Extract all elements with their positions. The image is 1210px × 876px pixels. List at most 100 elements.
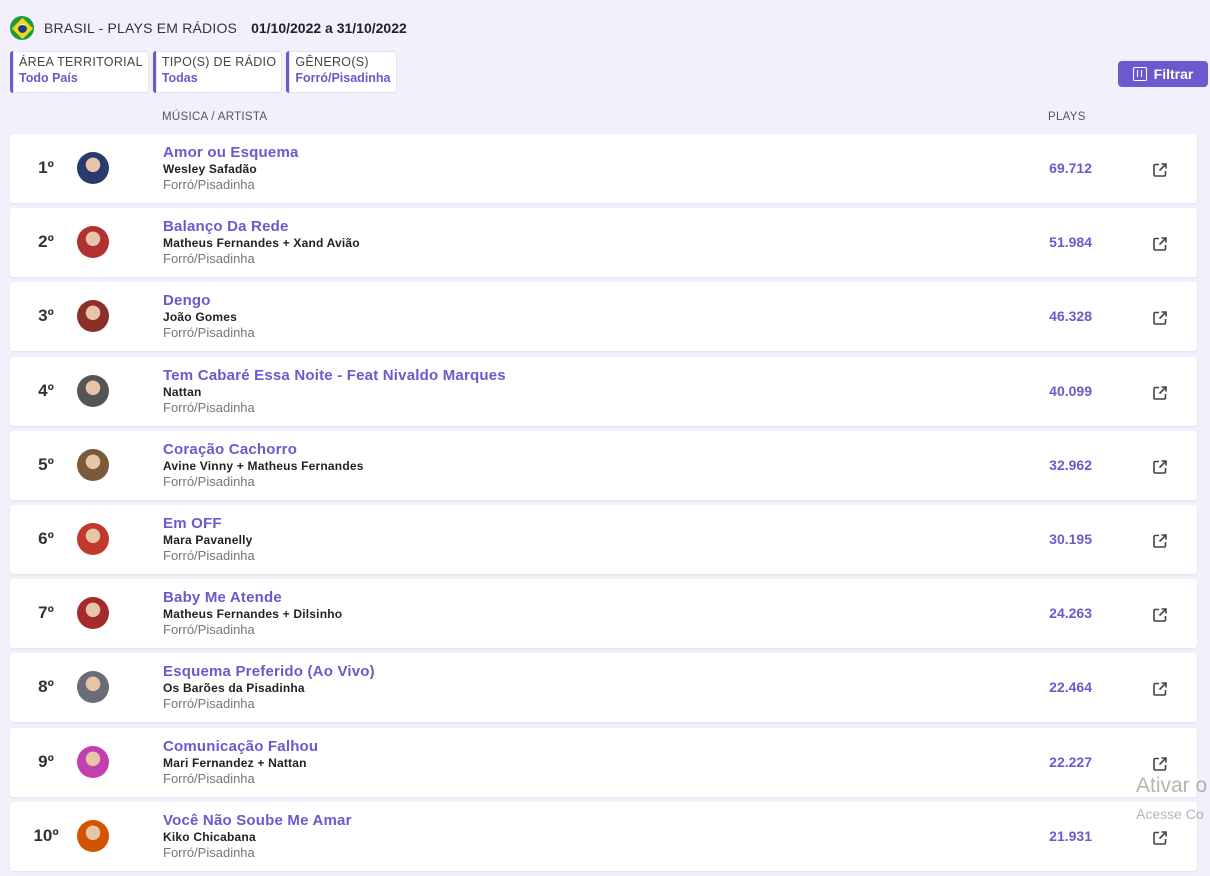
genre: Forró/Pisadinha	[163, 622, 255, 638]
rank: 10º	[33, 825, 59, 845]
artist-avatar	[77, 374, 109, 407]
song-info: Comunicação Falhou Mari Fernandez + Natt…	[163, 738, 318, 786]
song-title[interactable]: Amor ou Esquema	[163, 144, 299, 161]
external-link-icon[interactable]	[1152, 533, 1168, 549]
song-title[interactable]: Esquema Preferido (Ao Vivo)	[163, 663, 375, 680]
rank: 3º	[38, 306, 54, 326]
rank: 7º	[38, 603, 54, 623]
chip-label: TIPO(S) DE RÁDIO	[161, 55, 277, 69]
song-title[interactable]: Em OFF	[163, 515, 255, 532]
artist-name: Os Barões da Pisadinha	[163, 681, 305, 696]
artist-name: Nattan	[163, 384, 202, 399]
artist-name: Kiko Chicabana	[163, 829, 256, 844]
external-link-icon[interactable]	[1152, 385, 1168, 401]
table-row[interactable]: 1º Amor ou Esquema Wesley Safadão Forró/…	[10, 134, 1197, 203]
plays-count: 30.195	[1049, 530, 1092, 547]
plays-count: 22.464	[1049, 679, 1092, 696]
artist-avatar	[77, 300, 109, 333]
artist-name: Mari Fernandez + Nattan	[163, 755, 307, 770]
genre: Forró/Pisadinha	[163, 473, 255, 489]
song-title[interactable]: Tem Cabaré Essa Noite - Feat Nivaldo Mar…	[163, 367, 506, 384]
external-link-icon[interactable]	[1152, 756, 1168, 772]
page-header: BRASIL - PLAYS EM RÁDIOS 01/10/2022 a 31…	[10, 16, 407, 40]
song-title[interactable]: Você Não Soube Me Amar	[163, 812, 352, 829]
table-row[interactable]: 8º Esquema Preferido (Ao Vivo) Os Barões…	[10, 653, 1197, 723]
artist-name: Mara Pavanelly	[163, 532, 253, 547]
external-link-icon[interactable]	[1152, 681, 1168, 697]
filter-chips: ÁREA TERRITORIAL Todo País TIPO(S) DE RÁ…	[10, 51, 397, 93]
rank: 8º	[38, 677, 54, 697]
genre: Forró/Pisadinha	[163, 547, 255, 563]
song-info: Balanço Da Rede Matheus Fernandes + Xand…	[163, 218, 360, 266]
table-row[interactable]: 6º Em OFF Mara Pavanelly Forró/Pisadinha…	[10, 504, 1197, 574]
song-info: Coração Cachorro Avine Vinny + Matheus F…	[163, 441, 364, 489]
column-header-plays: PLAYS	[1048, 111, 1086, 123]
song-info: Dengo João Gomes Forró/Pisadinha	[163, 292, 255, 340]
chip-value: Todas	[161, 71, 198, 85]
artist-name: Matheus Fernandes + Xand Avião	[163, 236, 360, 251]
genre: Forró/Pisadinha	[163, 251, 255, 267]
filter-chip-radio-type[interactable]: TIPO(S) DE RÁDIO Todas	[152, 51, 283, 93]
artist-avatar	[77, 671, 109, 704]
genre: Forró/Pisadinha	[163, 177, 255, 192]
rank: 1º	[38, 158, 54, 177]
genre: Forró/Pisadinha	[163, 325, 255, 341]
song-info: Tem Cabaré Essa Noite - Feat Nivaldo Mar…	[163, 367, 506, 415]
chip-label: ÁREA TERRITORIAL	[19, 55, 143, 69]
table-row[interactable]: 5º Coração Cachorro Avine Vinny + Matheu…	[10, 430, 1197, 500]
song-title[interactable]: Baby Me Atende	[163, 589, 342, 606]
plays-count: 51.984	[1049, 234, 1092, 251]
filter-button[interactable]: Filtrar	[1118, 61, 1208, 87]
song-title[interactable]: Balanço Da Rede	[163, 218, 360, 235]
song-title[interactable]: Comunicação Falhou	[163, 738, 318, 755]
chip-label: GÊNERO(S)	[295, 55, 369, 69]
date-range: 01/10/2022 a 31/10/2022	[251, 20, 407, 36]
filter-chip-territory[interactable]: ÁREA TERRITORIAL Todo País	[10, 51, 149, 93]
filter-button-label: Filtrar	[1153, 66, 1194, 82]
table-row[interactable]: 2º Balanço Da Rede Matheus Fernandes + X…	[10, 208, 1197, 278]
plays-count: 46.328	[1049, 308, 1092, 325]
rank: 4º	[38, 380, 54, 400]
artist-avatar	[77, 522, 109, 555]
external-link-icon[interactable]	[1152, 607, 1168, 623]
plays-count: 22.227	[1049, 753, 1092, 770]
external-link-icon[interactable]	[1152, 459, 1168, 475]
rank: 5º	[38, 454, 54, 474]
table-row[interactable]: 7º Baby Me Atende Matheus Fernandes + Di…	[10, 579, 1197, 649]
chip-value: Todo País	[19, 71, 78, 85]
artist-avatar	[77, 745, 109, 778]
artist-avatar	[77, 152, 109, 184]
song-title[interactable]: Coração Cachorro	[163, 441, 364, 458]
song-title[interactable]: Dengo	[163, 292, 255, 309]
artist-name: João Gomes	[163, 310, 238, 325]
plays-count: 40.099	[1049, 382, 1092, 399]
artist-avatar	[77, 226, 109, 259]
rank: 9º	[38, 751, 54, 771]
plays-count: 21.931	[1049, 827, 1092, 844]
plays-count: 69.712	[1049, 160, 1092, 176]
external-link-icon[interactable]	[1152, 162, 1168, 178]
song-info: Baby Me Atende Matheus Fernandes + Dilsi…	[163, 589, 342, 637]
song-info: Você Não Soube Me Amar Kiko Chicabana Fo…	[163, 812, 352, 860]
artist-avatar	[77, 597, 109, 630]
page-title: BRASIL - PLAYS EM RÁDIOS	[44, 20, 238, 36]
external-link-icon[interactable]	[1152, 310, 1168, 326]
table-row[interactable]: 9º Comunicação Falhou Mari Fernandez + N…	[10, 727, 1197, 797]
external-link-icon[interactable]	[1152, 830, 1168, 846]
external-link-icon[interactable]	[1152, 236, 1168, 252]
table-row[interactable]: 3º Dengo João Gomes Forró/Pisadinha 46.3…	[10, 282, 1197, 352]
plays-count: 24.263	[1049, 605, 1092, 622]
table-row[interactable]: 4º Tem Cabaré Essa Noite - Feat Nivaldo …	[10, 356, 1197, 426]
artist-name: Matheus Fernandes + Dilsinho	[163, 607, 343, 622]
rank: 2º	[38, 232, 54, 252]
song-info: Em OFF Mara Pavanelly Forró/Pisadinha	[163, 515, 255, 563]
brazil-flag-icon	[10, 16, 34, 40]
artist-name: Wesley Safadão	[163, 162, 257, 176]
artist-avatar	[77, 448, 109, 481]
filter-chip-genre[interactable]: GÊNERO(S) Forró/Pisadinha	[286, 51, 397, 93]
table-row[interactable]: 10º Você Não Soube Me Amar Kiko Chicaban…	[10, 801, 1197, 871]
chip-value: Forró/Pisadinha	[295, 71, 391, 85]
column-header-music: MÚSICA / ARTISTA	[162, 111, 268, 123]
genre: Forró/Pisadinha	[163, 844, 255, 860]
filter-icon	[1132, 67, 1147, 81]
